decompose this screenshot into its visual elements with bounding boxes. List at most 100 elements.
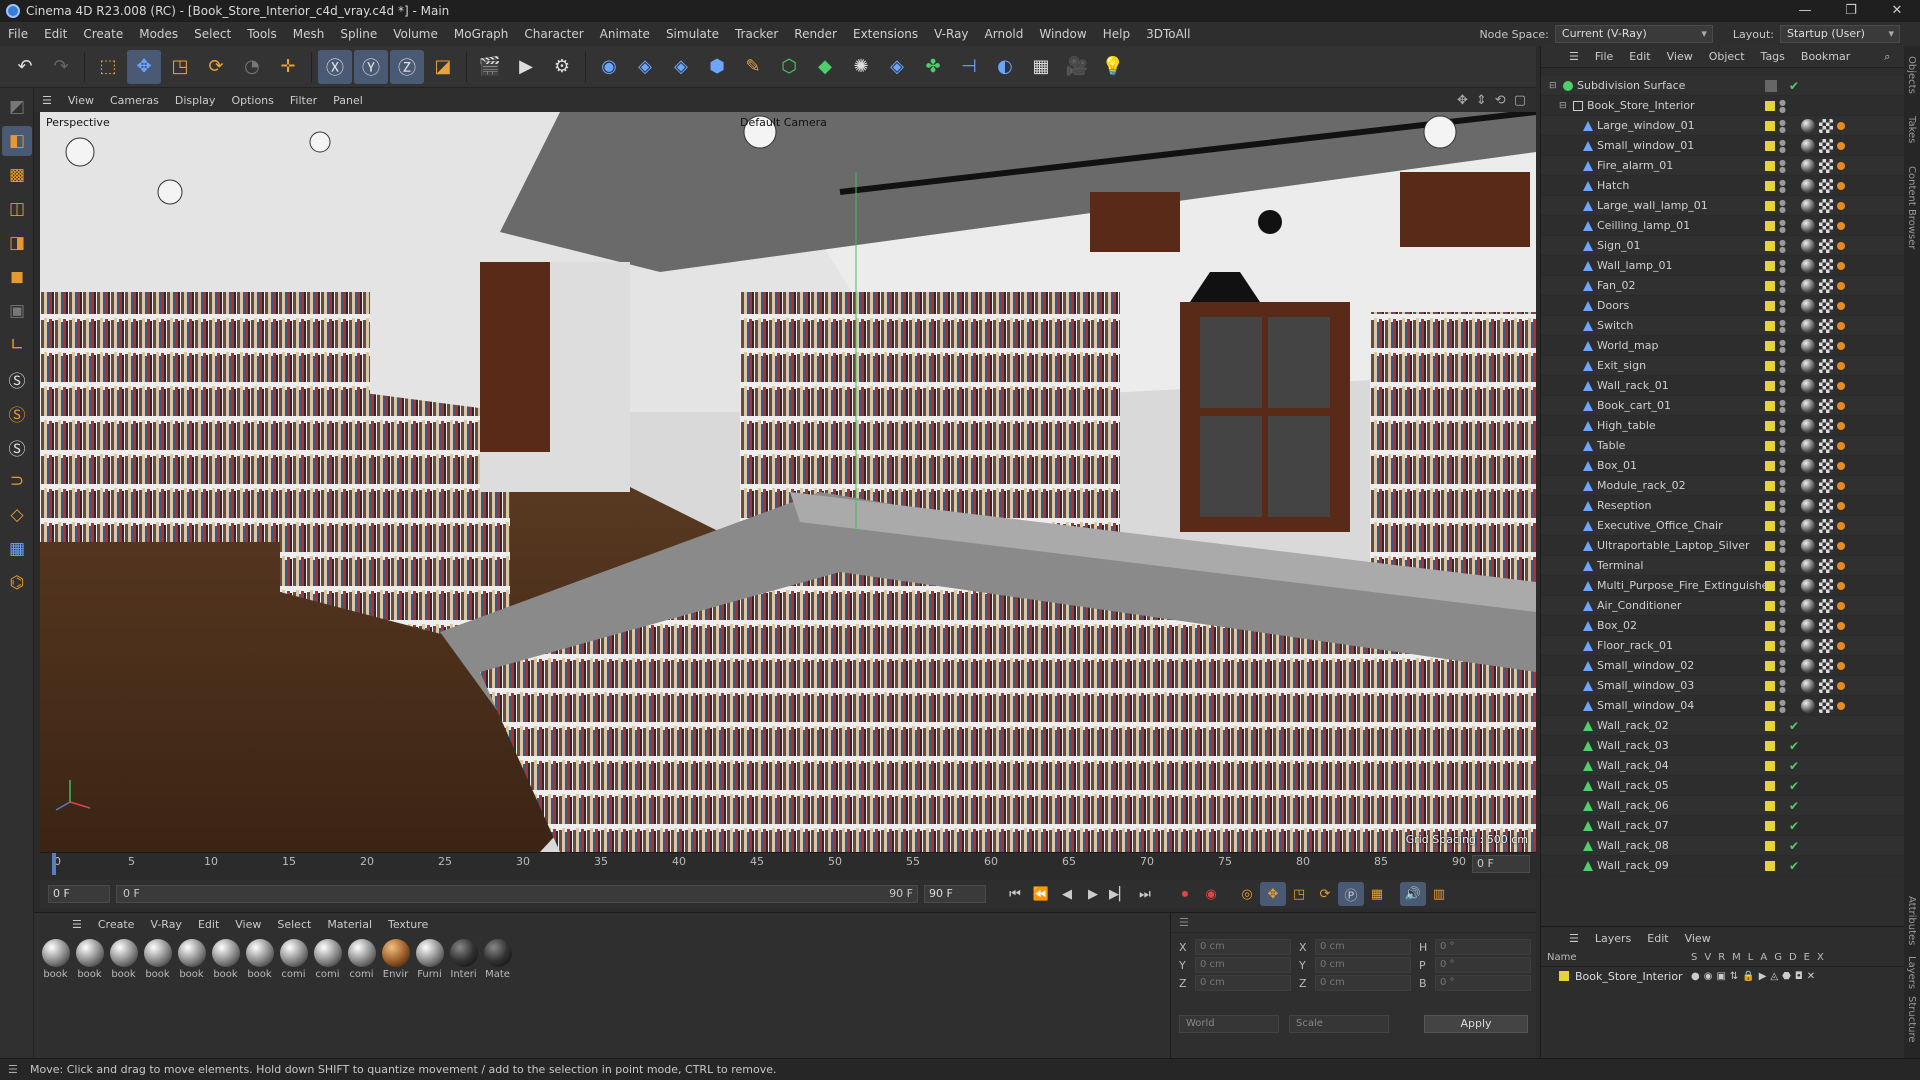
- object-row[interactable]: Table ● ●: [1541, 436, 1905, 456]
- vray-tag-icon[interactable]: [1837, 622, 1845, 630]
- texture-tag-icon[interactable]: [1819, 379, 1833, 393]
- object-row[interactable]: World_map ● ●: [1541, 336, 1905, 356]
- current-frame-field[interactable]: 0 F: [1472, 855, 1530, 873]
- vray-tag-icon[interactable]: [1837, 422, 1845, 430]
- visibility-dots-icon[interactable]: ● ●: [1779, 619, 1786, 634]
- layer-color-swatch[interactable]: [1765, 761, 1775, 771]
- object-row[interactable]: Terminal ● ●: [1541, 556, 1905, 576]
- material-swatch[interactable]: book: [210, 939, 241, 980]
- material-tag-icon[interactable]: [1801, 359, 1815, 373]
- menu-character[interactable]: Character: [516, 22, 591, 46]
- texture-tag-icon[interactable]: [1819, 119, 1833, 133]
- material-tag-icon[interactable]: [1801, 619, 1815, 633]
- vray-tag-icon[interactable]: [1837, 402, 1845, 410]
- layer-color-swatch[interactable]: [1765, 521, 1775, 531]
- obj-menu-edit[interactable]: Edit: [1621, 50, 1658, 63]
- material-swatch[interactable]: Interi: [448, 939, 479, 980]
- model-mode-icon[interactable]: ◧: [2, 126, 32, 156]
- texture-tag-icon[interactable]: [1819, 359, 1833, 373]
- layer-column-header[interactable]: V: [1704, 952, 1711, 963]
- material-tag-icon[interactable]: [1801, 299, 1815, 313]
- layer-color-swatch[interactable]: [1765, 361, 1775, 371]
- grid-icon[interactable]: ▦: [2, 534, 32, 564]
- layer-color-swatch[interactable]: [1765, 401, 1775, 411]
- layer-color-swatch[interactable]: [1765, 481, 1775, 491]
- object-row[interactable]: Large_wall_lamp_01 ● ●: [1541, 196, 1905, 216]
- mat-menu-vray[interactable]: V-Ray: [142, 918, 190, 931]
- visibility-dots-icon[interactable]: ● ●: [1779, 99, 1786, 114]
- visibility-dots-icon[interactable]: ● ●: [1779, 539, 1786, 554]
- object-row-group[interactable]: ⊟ Book_Store_Interior ● ●: [1541, 96, 1905, 116]
- vray-tag-icon[interactable]: [1837, 522, 1845, 530]
- make-editable-icon[interactable]: ◩: [2, 92, 32, 122]
- z-axis-lock-icon[interactable]: Ⓩ: [390, 49, 424, 84]
- menu-3dtoall[interactable]: 3DToAll: [1138, 22, 1198, 46]
- coordinate-value-field[interactable]: 0 °: [1435, 939, 1531, 955]
- enabled-check-icon[interactable]: ✔: [1789, 776, 1799, 796]
- object-row[interactable]: Air_Conditioner ● ●: [1541, 596, 1905, 616]
- vray-tag-icon[interactable]: [1837, 202, 1845, 210]
- visibility-dots-icon[interactable]: ● ●: [1779, 299, 1786, 314]
- visibility-dots-icon[interactable]: ● ●: [1779, 279, 1786, 294]
- axis-mode-icon[interactable]: ∟: [2, 330, 32, 360]
- render-view-icon[interactable]: 🎬: [473, 50, 507, 84]
- vray-tag-icon[interactable]: [1837, 382, 1845, 390]
- menu-help[interactable]: Help: [1095, 22, 1138, 46]
- autokey-icon[interactable]: ◉: [1198, 882, 1224, 906]
- object-row[interactable]: Small_window_03 ● ●: [1541, 676, 1905, 696]
- menu-simulate[interactable]: Simulate: [658, 22, 727, 46]
- tab-structure[interactable]: Structure: [1906, 996, 1917, 1043]
- record-icon[interactable]: ⏺: [1172, 882, 1198, 906]
- extrude-icon[interactable]: ◆: [808, 50, 842, 84]
- texture-tag-icon[interactable]: [1819, 639, 1833, 653]
- obj-menu-view[interactable]: View: [1659, 50, 1701, 63]
- enabled-check-icon[interactable]: ✔: [1789, 856, 1799, 876]
- layer-color-swatch[interactable]: [1765, 181, 1775, 191]
- object-row[interactable]: Doors ● ●: [1541, 296, 1905, 316]
- visibility-dots-icon[interactable]: ● ●: [1779, 499, 1786, 514]
- node-space-dropdown[interactable]: Current (V-Ray): [1554, 25, 1713, 43]
- material-tag-icon[interactable]: [1801, 139, 1815, 153]
- layer-color-swatch[interactable]: [1559, 971, 1569, 981]
- mat-menu-view[interactable]: View: [227, 918, 269, 931]
- texture-tag-icon[interactable]: [1819, 559, 1833, 573]
- live-selection-icon[interactable]: ⬚: [91, 50, 125, 84]
- light-icon[interactable]: 💡: [1096, 50, 1130, 84]
- visibility-dots-icon[interactable]: ● ●: [1779, 479, 1786, 494]
- menu-tracker[interactable]: Tracker: [727, 22, 786, 46]
- texture-tag-icon[interactable]: [1819, 199, 1833, 213]
- texture-tag-icon[interactable]: [1819, 659, 1833, 673]
- material-tag-icon[interactable]: [1801, 539, 1815, 553]
- layer-column-header[interactable]: G: [1774, 952, 1782, 963]
- visibility-dots-icon[interactable]: ● ●: [1779, 439, 1786, 454]
- collapse-icon[interactable]: ⊟: [1549, 76, 1557, 96]
- obj-menu-file[interactable]: File: [1587, 50, 1621, 63]
- material-tag-icon[interactable]: [1801, 379, 1815, 393]
- texture-tag-icon[interactable]: [1819, 299, 1833, 313]
- cloner-icon[interactable]: ✺: [844, 50, 878, 84]
- layer-color-swatch[interactable]: [1765, 601, 1775, 611]
- vray-tag-icon[interactable]: [1837, 142, 1845, 150]
- enabled-check-icon[interactable]: ✔: [1789, 736, 1799, 756]
- object-row[interactable]: Wall_rack_06 ✔: [1541, 796, 1905, 816]
- visibility-dots-icon[interactable]: ● ●: [1779, 179, 1786, 194]
- object-row[interactable]: Wall_rack_02 ✔: [1541, 716, 1905, 736]
- material-tag-icon[interactable]: [1801, 319, 1815, 333]
- object-row-root[interactable]: ⊟ Subdivision Surface ✔: [1541, 76, 1905, 96]
- field-icon[interactable]: ◐: [988, 50, 1022, 84]
- layer-color-swatch[interactable]: [1765, 861, 1775, 871]
- minimize-icon[interactable]: —: [1782, 0, 1828, 22]
- vray-tag-icon[interactable]: [1837, 362, 1845, 370]
- floor-icon[interactable]: ▦: [1024, 50, 1058, 84]
- zoom-icon[interactable]: ⇕: [1476, 93, 1487, 108]
- layer-color-swatch[interactable]: [1765, 281, 1775, 291]
- vp-menu-filter[interactable]: Filter: [282, 94, 325, 107]
- material-tag-icon[interactable]: [1801, 219, 1815, 233]
- vray-tag-icon[interactable]: [1837, 602, 1845, 610]
- texture-tag-icon[interactable]: [1819, 259, 1833, 273]
- vray-tag-icon[interactable]: [1837, 322, 1845, 330]
- python-icon-2[interactable]: ◈: [664, 50, 698, 84]
- object-row[interactable]: Wall_rack_09 ✔: [1541, 856, 1905, 876]
- layer-color-swatch[interactable]: [1765, 441, 1775, 451]
- visibility-dots-icon[interactable]: ● ●: [1779, 559, 1786, 574]
